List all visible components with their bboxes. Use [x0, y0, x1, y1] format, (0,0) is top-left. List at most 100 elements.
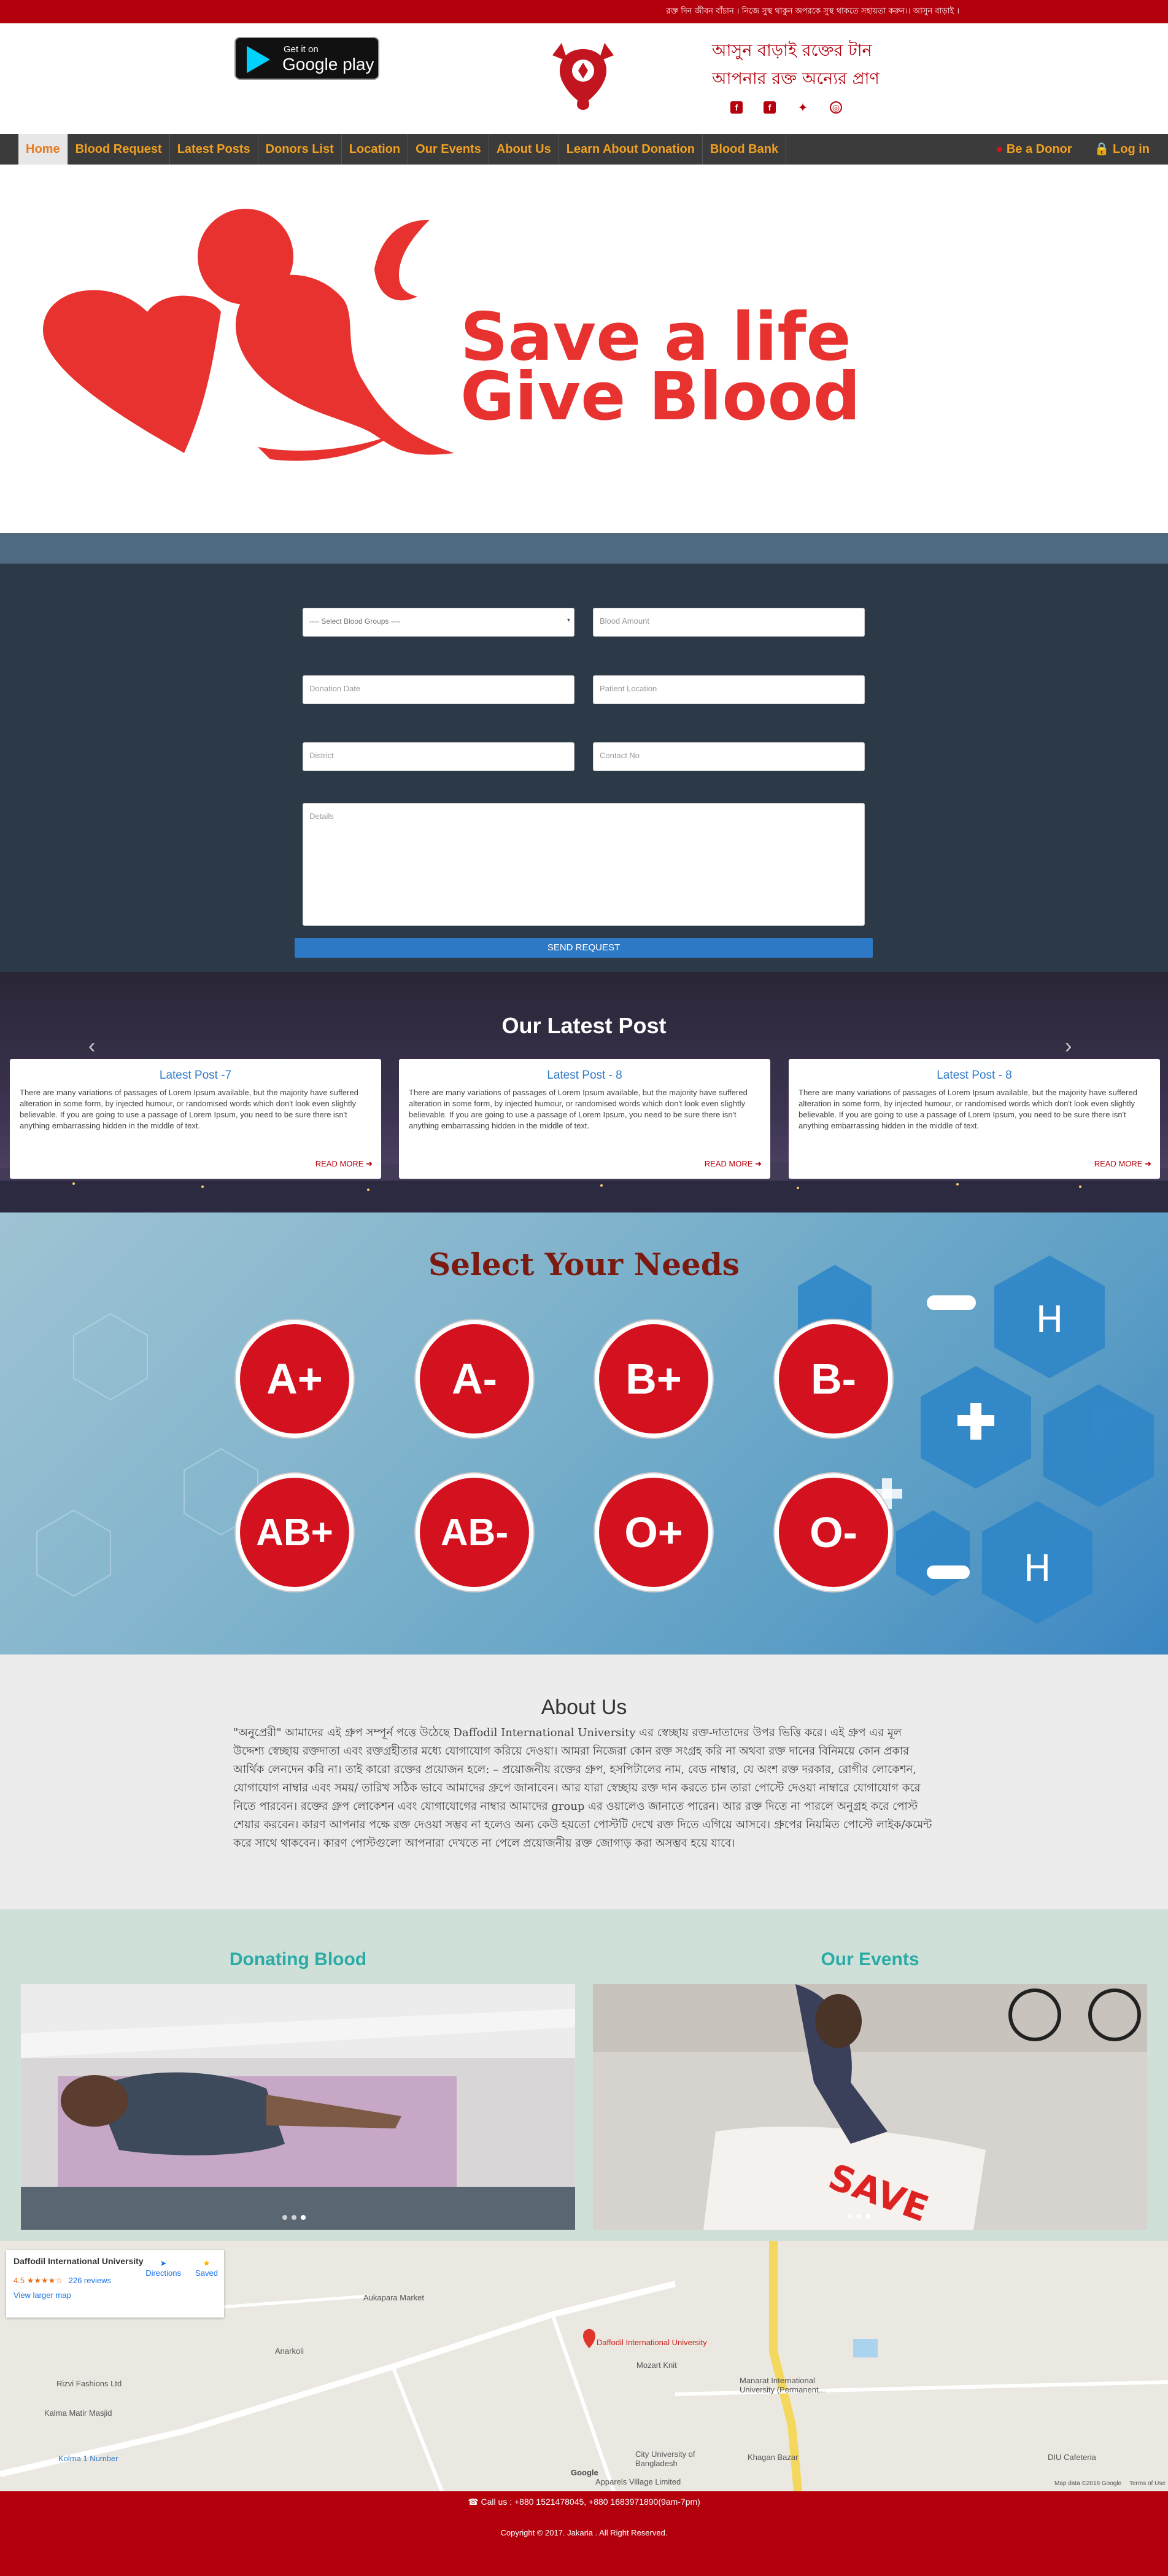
- read-more-link[interactable]: READ MORE ➜: [1094, 1159, 1151, 1169]
- nav-home[interactable]: Home: [18, 134, 68, 165]
- top-announcement-bar: রক্ত দিন জীবন বাঁচান । নিজে সুস্থ থাকুন …: [0, 0, 1168, 23]
- map-label-manarat: Manarat International University (Perman…: [740, 2376, 826, 2394]
- contact-no-input[interactable]: Contact No: [593, 742, 865, 771]
- nav-about-us[interactable]: About Us: [489, 134, 559, 165]
- read-more-link[interactable]: READ MORE ➜: [705, 1159, 762, 1169]
- post-card: Latest Post - 8 There are many variation…: [789, 1059, 1160, 1179]
- blood-group-select-value: ---- Select Blood Groups ----: [309, 617, 401, 626]
- map-label-kolma: Kolma 1 Number: [58, 2454, 118, 2463]
- nav-right: ● Be a Donor 🔒 Log in: [996, 134, 1150, 165]
- select-needs-heading: Select Your Needs: [428, 1246, 740, 1282]
- nav-our-events[interactable]: Our Events: [408, 134, 489, 165]
- announcement-text: রক্ত দিন জীবন বাঁচান । নিজে সুস্থ থাকুন …: [666, 7, 959, 16]
- post-title[interactable]: Latest Post - 8: [799, 1069, 1150, 1082]
- about-text: "অনুপ্রেরী" আমাদের এই গ্রুপ সম্পূর্ন পত্…: [233, 1726, 932, 1850]
- district-input[interactable]: District: [303, 742, 574, 771]
- donating-blood-photo[interactable]: [21, 1984, 575, 2230]
- hero-banner: Save a life Give Blood: [0, 165, 1168, 533]
- google-play-icon: [247, 46, 270, 73]
- carousel-prev-icon[interactable]: ‹: [88, 1034, 95, 1058]
- google-logo: Google: [571, 2468, 598, 2477]
- main-navbar: Home Blood Request Latest Posts Donors L…: [0, 134, 1168, 165]
- details-textarea[interactable]: Details: [303, 803, 865, 926]
- gplay-small-text: Get it on: [284, 44, 319, 55]
- instagram-icon[interactable]: ◎: [830, 101, 842, 114]
- map-rating: 4.5: [14, 2276, 25, 2285]
- hero-line-2: Give Blood: [460, 359, 861, 435]
- map-label-khagan: Khagan Bazar: [748, 2453, 799, 2462]
- blood-group-ab-negative[interactable]: AB-: [416, 1473, 533, 1591]
- donation-date-input[interactable]: Donation Date: [303, 675, 574, 704]
- login-link[interactable]: 🔒 Log in: [1094, 134, 1150, 165]
- post-body: There are many variations of passages of…: [799, 1088, 1137, 1130]
- save-place-button[interactable]: ★ Saved: [195, 2259, 218, 2278]
- nav-latest-posts[interactable]: Latest Posts: [170, 134, 258, 165]
- nav-items: Home Blood Request Latest Posts Donors L…: [18, 134, 787, 165]
- arrow-right-icon: ➜: [366, 1159, 373, 1168]
- nav-learn-donation[interactable]: Learn About Donation: [559, 134, 703, 165]
- post-title[interactable]: Latest Post - 8: [409, 1069, 760, 1082]
- about-heading: About Us: [541, 1696, 627, 1719]
- post-title[interactable]: Latest Post -7: [20, 1069, 371, 1082]
- arrow-right-icon: ➜: [1145, 1159, 1151, 1168]
- chevron-down-icon: ▾: [567, 617, 570, 624]
- carousel-next-icon[interactable]: ›: [1065, 1034, 1072, 1058]
- blood-group-b-positive[interactable]: B+: [595, 1320, 713, 1438]
- map-label-kalma: Kalma Matir Masjid: [44, 2408, 112, 2418]
- read-more-label: READ MORE: [704, 1159, 753, 1168]
- map-data-attribution: Map data ©2018 Google: [1054, 2480, 1122, 2487]
- lock-icon: 🔒: [1094, 142, 1110, 156]
- map-place-name: Daffodil International University: [14, 2256, 144, 2266]
- blood-group-o-negative[interactable]: O-: [775, 1473, 892, 1591]
- latest-post-heading: Our Latest Post: [501, 1013, 667, 1038]
- hospital-h-icon: H: [1035, 1298, 1063, 1341]
- map-label-anarkoli: Anarkoli: [275, 2346, 304, 2356]
- blood-group-b-negative[interactable]: B-: [775, 1320, 892, 1438]
- google-play-badge[interactable]: Get it on Google play: [234, 37, 379, 80]
- blood-drop-icon: ●: [996, 142, 1004, 156]
- map-label-aukapara: Aukapara Market: [363, 2293, 424, 2302]
- map-label-apparels: Apparels Village Limited: [595, 2477, 681, 2486]
- section-divider: [0, 533, 1168, 564]
- medical-cross-icon: [970, 1403, 981, 1440]
- nav-blood-bank[interactable]: Blood Bank: [703, 134, 787, 165]
- tagline: আসুন বাড়াই রক্তের টান আপনার রক্ত অন্যের…: [712, 37, 880, 93]
- blood-group-select[interactable]: ---- Select Blood Groups ---- ▾: [303, 608, 574, 637]
- nav-donors-list[interactable]: Donors List: [258, 134, 342, 165]
- map-label-diu-cafeteria: DIU Cafeteria: [1048, 2453, 1096, 2462]
- footer-call-text: Call us : +880 1521478045, +880 16839718…: [481, 2497, 700, 2507]
- footer-copyright: Copyright © 2017. Jakaria . All Right Re…: [500, 2528, 668, 2537]
- facebook-page-icon[interactable]: f: [764, 101, 776, 114]
- be-a-donor-link[interactable]: ● Be a Donor: [996, 134, 1072, 165]
- directions-button[interactable]: ➤ Directions: [145, 2259, 181, 2278]
- blood-group-a-positive[interactable]: A+: [236, 1320, 354, 1438]
- view-larger-map-link[interactable]: View larger map: [14, 2291, 217, 2300]
- map-reviews-link[interactable]: 226 reviews: [69, 2276, 111, 2285]
- tagline-line-2: আপনার রক্ত অন্যের প্রাণ: [712, 69, 880, 88]
- our-events-photo[interactable]: SAVE: [593, 1984, 1147, 2230]
- blood-group-a-negative[interactable]: A-: [416, 1320, 533, 1438]
- arrow-right-icon: ➜: [755, 1159, 762, 1168]
- blood-amount-input[interactable]: Blood Amount: [593, 608, 865, 637]
- blood-group-o-positive[interactable]: O+: [595, 1473, 713, 1591]
- blood-group-ab-positive[interactable]: AB+: [236, 1473, 354, 1591]
- twitter-icon[interactable]: ✦: [797, 101, 809, 115]
- be-a-donor-label: Be a Donor: [1006, 142, 1072, 156]
- facebook-icon[interactable]: f: [730, 101, 743, 114]
- tagline-line-1: আসুন বাড়াই রক্তের টান: [712, 41, 872, 60]
- hero-graphic: Save a life Give Blood: [43, 209, 861, 461]
- send-request-button[interactable]: SEND REQUEST: [295, 938, 873, 958]
- terms-of-use-link[interactable]: Terms of Use: [1129, 2480, 1166, 2487]
- footer-contact: ☎ Call us : +880 1521478045, +880 168397…: [0, 2497, 1168, 2507]
- nav-location[interactable]: Location: [342, 134, 409, 165]
- nav-blood-request[interactable]: Blood Request: [68, 134, 170, 165]
- capsule-icon: [927, 1295, 976, 1310]
- directions-label: Directions: [145, 2268, 181, 2278]
- patient-location-input[interactable]: Patient Location: [593, 675, 865, 704]
- map-label-pin: Daffodil International University: [597, 2338, 707, 2347]
- post-card: Latest Post -7 There are many variations…: [10, 1059, 381, 1179]
- read-more-link[interactable]: READ MORE ➜: [315, 1159, 373, 1169]
- save-place-label: Saved: [195, 2268, 218, 2278]
- our-events-heading: Our Events: [821, 1949, 919, 1969]
- site-logo[interactable]: [540, 37, 626, 123]
